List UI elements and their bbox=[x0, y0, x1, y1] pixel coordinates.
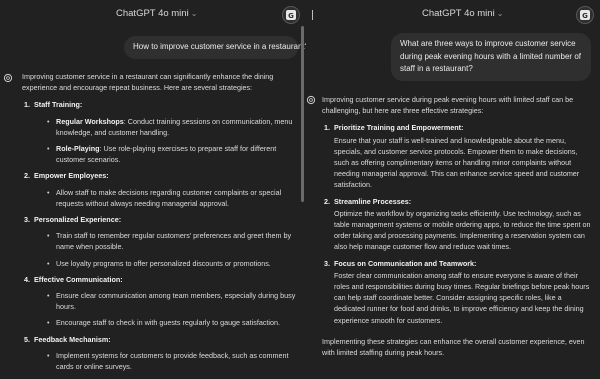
list-item: 1. Prioritize Training and Empowerment: En… bbox=[322, 122, 594, 190]
section-title: Personalized Experience: bbox=[34, 215, 122, 225]
section-title: Feedback Mechanism: bbox=[34, 334, 111, 344]
user-message: How to improve customer service in a res… bbox=[124, 36, 306, 59]
bullet-item: Regular Workshops: Conduct training sess… bbox=[34, 116, 296, 138]
model-selector[interactable]: ChatGPT 4o mini ⌄ bbox=[116, 8, 197, 19]
section-title: Focus on Communication and Teamwork: bbox=[334, 258, 477, 268]
bullet-text: Implement systems for customers to provi… bbox=[56, 350, 289, 372]
bullet-label: Regular Workshops bbox=[56, 116, 124, 126]
openai-logo-icon bbox=[3, 70, 13, 83]
response-intro: Improving customer service in a restaura… bbox=[22, 72, 274, 93]
chevron-down-icon: ⌄ bbox=[496, 9, 504, 18]
section-title: Prioritize Training and Empowerment: bbox=[334, 123, 464, 133]
list-item: 4. Effective Communication: Ensure clear c… bbox=[22, 274, 296, 329]
scrollbar-thumb[interactable] bbox=[301, 26, 304, 202]
list-item: 3. Focus on Communication and Teamwork: Fo… bbox=[322, 258, 594, 326]
list-item: 5. Feedback Mechanism: Implement systems f… bbox=[22, 334, 296, 373]
bullet-label: Role-Playing bbox=[56, 144, 100, 154]
section-title: Streamline Processes: bbox=[334, 196, 412, 206]
bullet-list: Regular Workshops: Conduct training sess… bbox=[34, 116, 296, 166]
list-number: 5. bbox=[24, 334, 30, 344]
assistant-response: Improving customer service in a restaura… bbox=[22, 71, 296, 372]
svg-text:G: G bbox=[288, 12, 294, 20]
user-avatar-icon[interactable]: G bbox=[282, 6, 300, 24]
bullet-list: Implement systems for customers to provi… bbox=[34, 350, 296, 372]
user-message: What are three ways to improve customer … bbox=[391, 33, 591, 81]
list-number: 3. bbox=[324, 258, 330, 268]
list-number: 2. bbox=[324, 196, 330, 206]
openai-logo-icon bbox=[306, 92, 316, 105]
bullet-text: Train staff to remember regular customer… bbox=[56, 231, 292, 252]
bullet-item: Allow staff to make decisions regarding … bbox=[34, 187, 296, 209]
section-title: Staff Training: bbox=[34, 100, 83, 110]
section-description: Foster clear communication among staff t… bbox=[334, 270, 590, 325]
chevron-down-icon: ⌄ bbox=[190, 9, 198, 18]
bullet-text: Encourage staff to check in with guests … bbox=[56, 318, 281, 328]
list-item: 3. Personalized Experience: Train staff to… bbox=[22, 214, 296, 269]
bullet-text: Ensure clear communication among team me… bbox=[56, 291, 296, 312]
scrollbar[interactable] bbox=[300, 0, 305, 379]
bullet-list: Train staff to remember regular customer… bbox=[34, 230, 296, 269]
list-number: 1. bbox=[324, 123, 330, 133]
sidebar-edge-icon bbox=[312, 10, 322, 20]
model-name: ChatGPT 4o mini bbox=[422, 8, 495, 19]
chat-pane-right: ChatGPT 4o mini ⌄ G What are three ways t… bbox=[306, 0, 600, 379]
bullet-list: Allow staff to make decisions regarding … bbox=[34, 187, 296, 209]
response-closing: Implementing these strategies can enhanc… bbox=[322, 336, 585, 358]
section-title: Effective Communication: bbox=[34, 274, 123, 284]
bullet-list: Ensure clear communication among team me… bbox=[34, 290, 296, 329]
bullet-item: Implement systems for customers to provi… bbox=[34, 350, 296, 372]
chat-header: ChatGPT 4o mini ⌄ G bbox=[0, 0, 306, 30]
assistant-response: Improving customer service during peak e… bbox=[322, 94, 594, 364]
model-selector[interactable]: ChatGPT 4o mini ⌄ bbox=[422, 8, 503, 19]
list-item: 2. Empower Employees: Allow staff to make … bbox=[22, 170, 296, 209]
section-description: Optimize the workflow by organizing task… bbox=[334, 208, 591, 252]
bullet-text: Use loyalty programs to offer personaliz… bbox=[56, 258, 271, 268]
bullet-item: Encourage staff to check in with guests … bbox=[34, 317, 296, 328]
model-name: ChatGPT 4o mini bbox=[116, 8, 189, 19]
list-item: 1. Staff Training: Regular Workshops: Cond… bbox=[22, 99, 296, 165]
bullet-item: Train staff to remember regular customer… bbox=[34, 230, 296, 252]
list-number: 4. bbox=[24, 274, 30, 284]
list-number: 3. bbox=[24, 215, 30, 225]
chat-header: ChatGPT 4o mini ⌄ G bbox=[306, 0, 600, 30]
bullet-item: Ensure clear communication among team me… bbox=[34, 290, 296, 312]
response-intro: Improving customer service during peak e… bbox=[322, 95, 574, 116]
bullet-item: Use loyalty programs to offer personaliz… bbox=[34, 258, 296, 269]
list-item: 2. Streamline Processes: Optimize the work… bbox=[322, 196, 594, 253]
list-number: 2. bbox=[24, 171, 30, 181]
svg-text:G: G bbox=[582, 12, 588, 20]
chat-pane-left: ChatGPT 4o mini ⌄ G How to improve custom… bbox=[0, 0, 306, 379]
list-number: 1. bbox=[24, 100, 30, 110]
bullet-item: Role-Playing: Use role-playing exercises… bbox=[34, 143, 296, 165]
section-title: Empower Employees: bbox=[34, 171, 109, 181]
user-avatar-icon[interactable]: G bbox=[576, 6, 594, 24]
section-description: Ensure that your staff is well-trained a… bbox=[334, 135, 580, 190]
bullet-text: Allow staff to make decisions regarding … bbox=[56, 187, 282, 208]
